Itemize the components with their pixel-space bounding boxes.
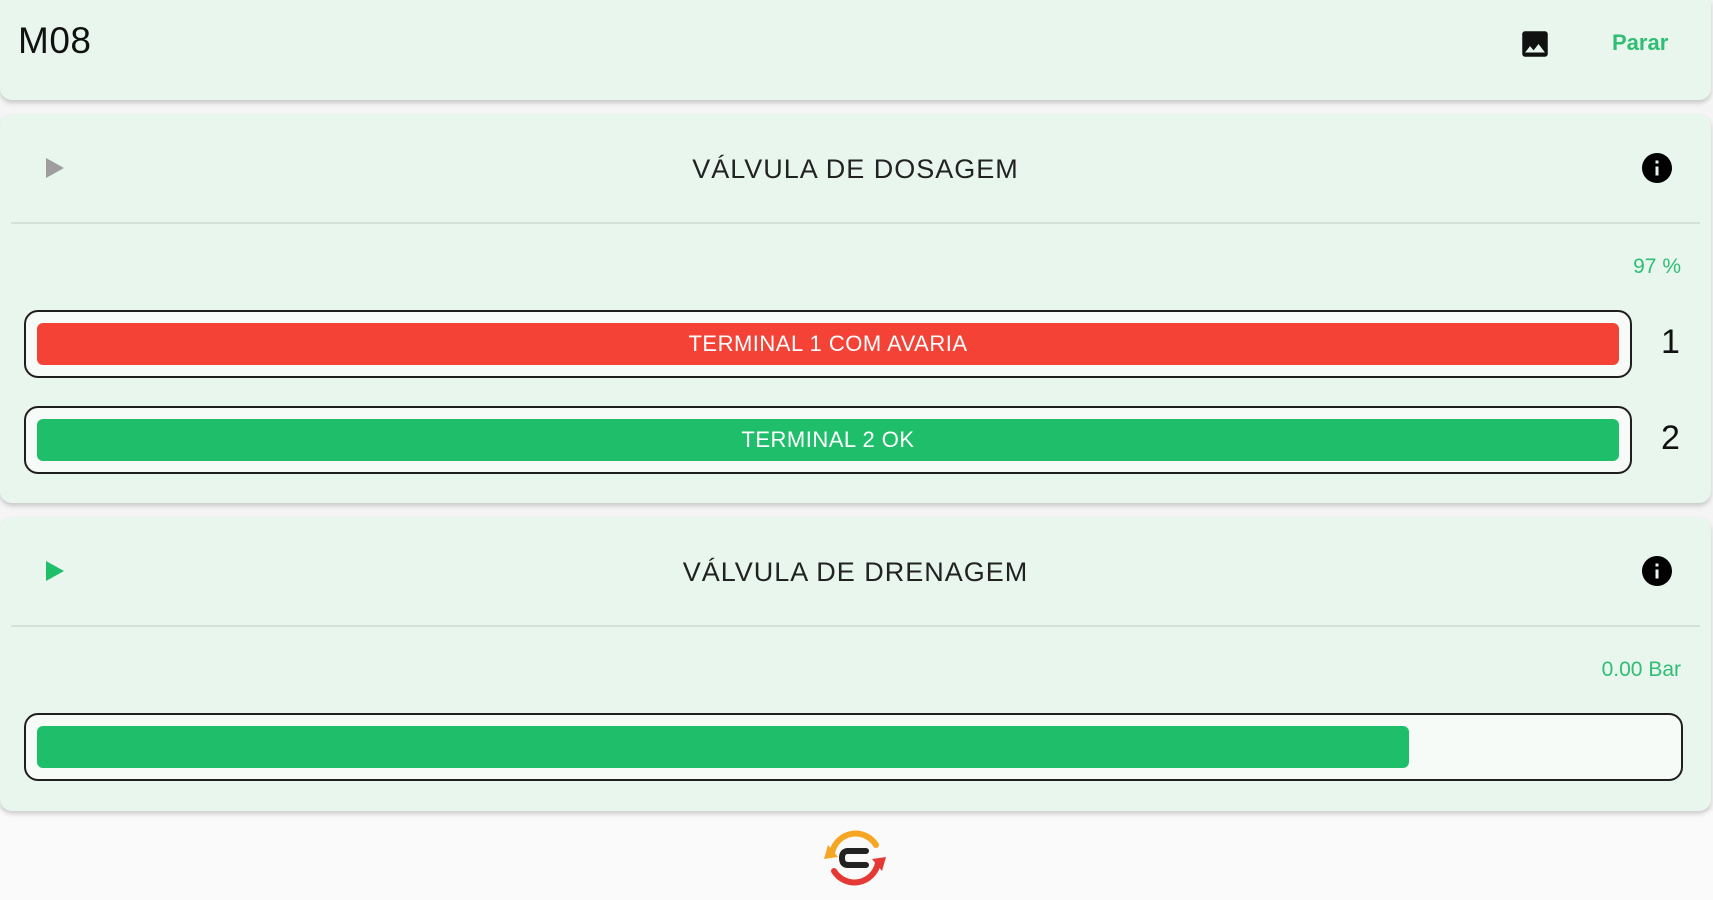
card-header[interactable]: VÁLVULA DE DRENAGEM bbox=[11, 517, 1700, 627]
level-reading: 97 % bbox=[1633, 255, 1681, 278]
pressure-bar-fill bbox=[37, 726, 1409, 768]
app-bar: M08 Parar bbox=[0, 0, 1711, 100]
page-title: M08 bbox=[18, 20, 92, 61]
page: M08 Parar VÁLVULA DE DOSAGEM 97 % TERMIN… bbox=[0, 0, 1713, 900]
status-bar-fill: TERMINAL 1 COM AVARIA bbox=[37, 323, 1619, 365]
status-bar-fill: TERMINAL 2 OK bbox=[37, 419, 1619, 461]
pressure-bar-outline bbox=[24, 713, 1683, 781]
status-bar-outline: TERMINAL 2 OK bbox=[24, 406, 1632, 474]
info-icon[interactable] bbox=[1639, 553, 1675, 589]
terminal-index: 1 bbox=[1661, 323, 1680, 361]
image-icon[interactable] bbox=[1518, 27, 1552, 61]
footer bbox=[0, 811, 1713, 900]
card-title: VÁLVULA DE DOSAGEM bbox=[692, 154, 1019, 184]
terminal-index: 2 bbox=[1661, 419, 1680, 457]
pressure-reading: 0.00 Bar bbox=[1601, 658, 1681, 681]
valve-card-drain: VÁLVULA DE DRENAGEM 0.00 Bar bbox=[0, 517, 1711, 811]
app-logo-icon bbox=[824, 830, 886, 886]
card-header[interactable]: VÁLVULA DE DOSAGEM bbox=[11, 114, 1700, 224]
stop-button[interactable]: Parar bbox=[1612, 30, 1668, 56]
info-icon[interactable] bbox=[1639, 150, 1675, 186]
status-bar-outline: TERMINAL 1 COM AVARIA bbox=[24, 310, 1632, 378]
valve-card-dosing: VÁLVULA DE DOSAGEM 97 % TERMINAL 1 COM A… bbox=[0, 114, 1711, 503]
card-title: VÁLVULA DE DRENAGEM bbox=[682, 557, 1029, 587]
